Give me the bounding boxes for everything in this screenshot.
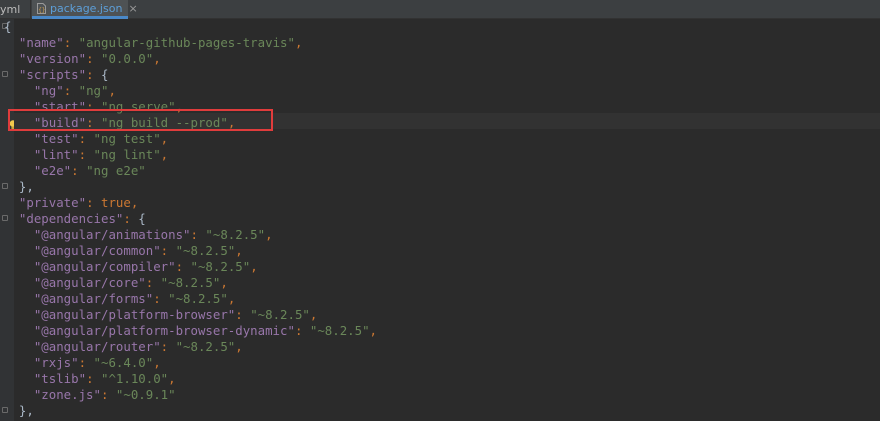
code-line: "@angular/platform-browser-dynamic": "~8…: [33, 323, 378, 338]
code-line: "@angular/compiler": "~8.2.5",: [33, 259, 258, 274]
code-line: {: [4, 19, 12, 34]
svg-text:{}: {}: [38, 7, 45, 14]
code-line: "test": "ng test",: [33, 131, 169, 146]
ide-window: yml {} package.json × {"name": "angular…: [0, 0, 880, 421]
code-line: "@angular/platform-browser": "~8.2.5",: [33, 307, 318, 322]
close-tab-icon[interactable]: ×: [128, 3, 137, 14]
code-line: },: [18, 403, 34, 418]
code-line: "@angular/router": "~8.2.5",: [33, 339, 243, 354]
tab-package-json[interactable]: {} package.json ×: [32, 0, 138, 19]
code-line: "lint": "ng lint",: [33, 147, 169, 162]
tab-yml[interactable]: yml: [0, 0, 31, 19]
code-line: "version": "0.0.0",: [18, 51, 161, 66]
tab-label: yml: [0, 3, 21, 16]
code-line: "@angular/animations": "~8.2.5",: [33, 227, 273, 242]
code-line: "scripts": {: [18, 67, 109, 82]
code-line: "@angular/core": "~8.2.5",: [33, 275, 228, 290]
json-file-icon: {}: [37, 2, 46, 14]
code-line: "private": true,: [18, 195, 139, 210]
code-line: "@angular/forms": "~8.2.5",: [33, 291, 236, 306]
build-line-highlight-box: [8, 109, 273, 131]
code-line: "name": "angular-github-pages-travis",: [18, 35, 303, 50]
code-line: "rxjs": "~6.4.0",: [33, 355, 161, 370]
code-line: "@angular/common": "~8.2.5",: [33, 243, 243, 258]
editor-tab-bar: yml {} package.json ×: [0, 0, 880, 19]
code-line: "dependencies": {: [18, 211, 146, 226]
code-line: "ng": "ng",: [33, 83, 116, 98]
code-line: "e2e": "ng e2e": [33, 163, 146, 178]
code-line: "zone.js": "~0.9.1": [33, 387, 176, 402]
tab-label: package.json: [50, 1, 123, 15]
code-line: "tslib": "^1.10.0",: [33, 371, 176, 386]
code-editor[interactable]: { "name": "angular-github-pages-travis",…: [0, 19, 880, 421]
code-line: },: [18, 179, 34, 194]
